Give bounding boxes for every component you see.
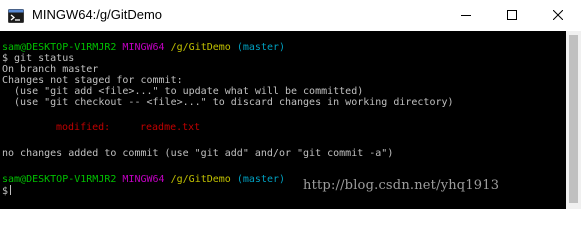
minimize-button[interactable] bbox=[443, 0, 489, 31]
prompt-path: /g/GitDemo bbox=[170, 42, 231, 53]
prompt-branch: (master) bbox=[236, 42, 286, 53]
watermark-url: http://blog.csdn.net/yhq1913 bbox=[303, 178, 500, 193]
prompt-line: sam@DESKTOP-V1RMJR2 MINGW64 /g/GitDemo (… bbox=[2, 42, 285, 53]
terminal-window: MINGW64:/g/GitDemo sam@DESKTOP-V1RMJR2 M… bbox=[0, 0, 581, 209]
prompt-line: sam@DESKTOP-V1RMJR2 MINGW64 /g/GitDemo (… bbox=[2, 174, 285, 185]
prompt-user-host: sam@DESKTOP-V1RMJR2 bbox=[2, 42, 117, 53]
text-cursor bbox=[10, 185, 12, 195]
prompt-env: MINGW64 bbox=[122, 174, 165, 185]
mingw-terminal-icon bbox=[8, 8, 24, 24]
minimize-icon bbox=[461, 7, 471, 25]
close-button[interactable] bbox=[535, 0, 581, 31]
modified-file: readme.txt bbox=[140, 122, 201, 133]
input-prompt: $ bbox=[2, 186, 9, 197]
output-line: Changes not staged for commit: bbox=[2, 75, 183, 86]
scrollbar[interactable] bbox=[566, 31, 581, 209]
window-title: MINGW64:/g/GitDemo bbox=[32, 7, 163, 22]
prompt-branch: (master) bbox=[236, 174, 286, 185]
title-bar[interactable]: MINGW64:/g/GitDemo bbox=[0, 0, 581, 31]
close-icon bbox=[552, 7, 564, 25]
scrollbar-thumb[interactable] bbox=[569, 35, 578, 203]
output-line: (use "git checkout -- <file>..." to disc… bbox=[2, 97, 454, 108]
prompt-user-host: sam@DESKTOP-V1RMJR2 bbox=[2, 174, 117, 185]
input-line[interactable]: $ bbox=[2, 185, 12, 197]
maximize-icon bbox=[507, 7, 517, 25]
output-line: (use "git add <file>..." to update what … bbox=[2, 86, 364, 97]
output-line: On branch master bbox=[2, 64, 99, 75]
prompt-env: MINGW64 bbox=[122, 42, 165, 53]
command-line: $ git status bbox=[2, 53, 75, 64]
summary-line: no changes added to commit (use "git add… bbox=[2, 148, 394, 159]
modified-label: modified: bbox=[56, 122, 111, 133]
prompt-path: /g/GitDemo bbox=[170, 174, 231, 185]
maximize-button[interactable] bbox=[489, 0, 535, 31]
